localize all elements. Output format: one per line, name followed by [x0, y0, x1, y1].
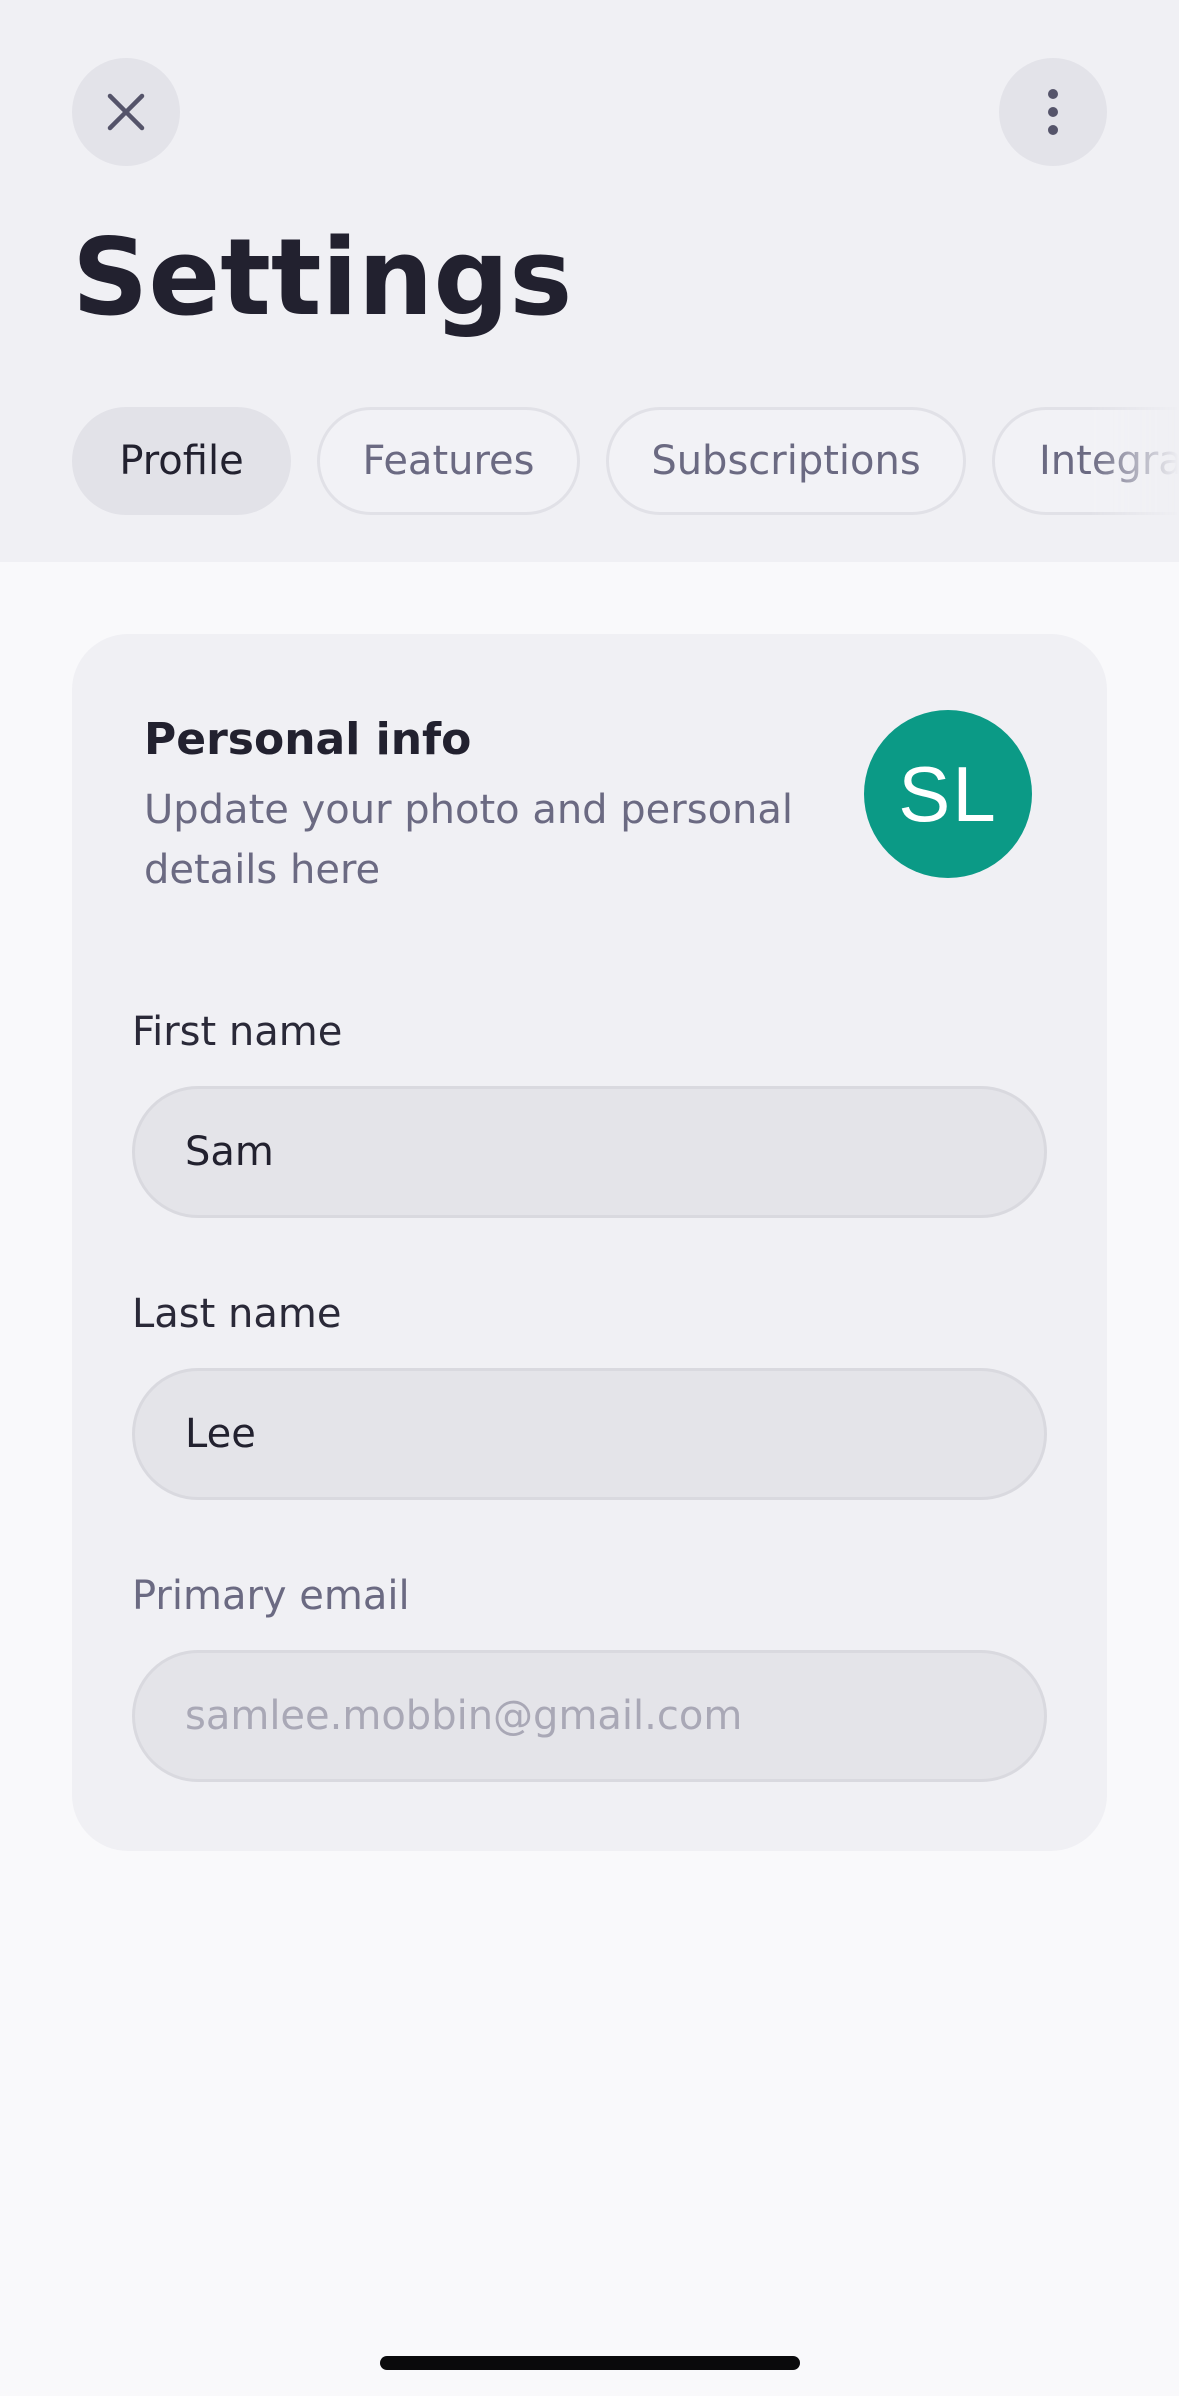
close-icon [107, 93, 145, 131]
settings-tabs: Profile Features Subscriptions Integrati… [72, 407, 1179, 515]
home-indicator [380, 2356, 800, 2370]
tab-integrations[interactable]: Integrations [992, 407, 1179, 515]
last-name-input[interactable] [132, 1368, 1047, 1500]
more-vertical-icon [1048, 89, 1058, 135]
personal-info-title: Personal info [144, 714, 472, 765]
tab-profile[interactable]: Profile [72, 407, 291, 515]
personal-info-subtitle: Update your photo and personal details h… [144, 787, 794, 893]
close-button[interactable] [72, 58, 180, 166]
first-name-input[interactable] [132, 1086, 1047, 1218]
last-name-label: Last name [132, 1291, 342, 1337]
tab-features[interactable]: Features [317, 407, 580, 515]
tab-subscriptions[interactable]: Subscriptions [606, 407, 966, 515]
settings-header: Settings Profile Features Subscriptions … [0, 0, 1179, 562]
settings-screen: Settings Profile Features Subscriptions … [0, 0, 1179, 2396]
primary-email-input [132, 1650, 1047, 1782]
first-name-label: First name [132, 1009, 343, 1055]
page-title: Settings [72, 216, 573, 339]
personal-info-card: Personal info Update your photo and pers… [72, 634, 1107, 1851]
more-options-button[interactable] [999, 58, 1107, 166]
avatar[interactable]: SL [864, 710, 1032, 878]
primary-email-label: Primary email [132, 1573, 410, 1619]
